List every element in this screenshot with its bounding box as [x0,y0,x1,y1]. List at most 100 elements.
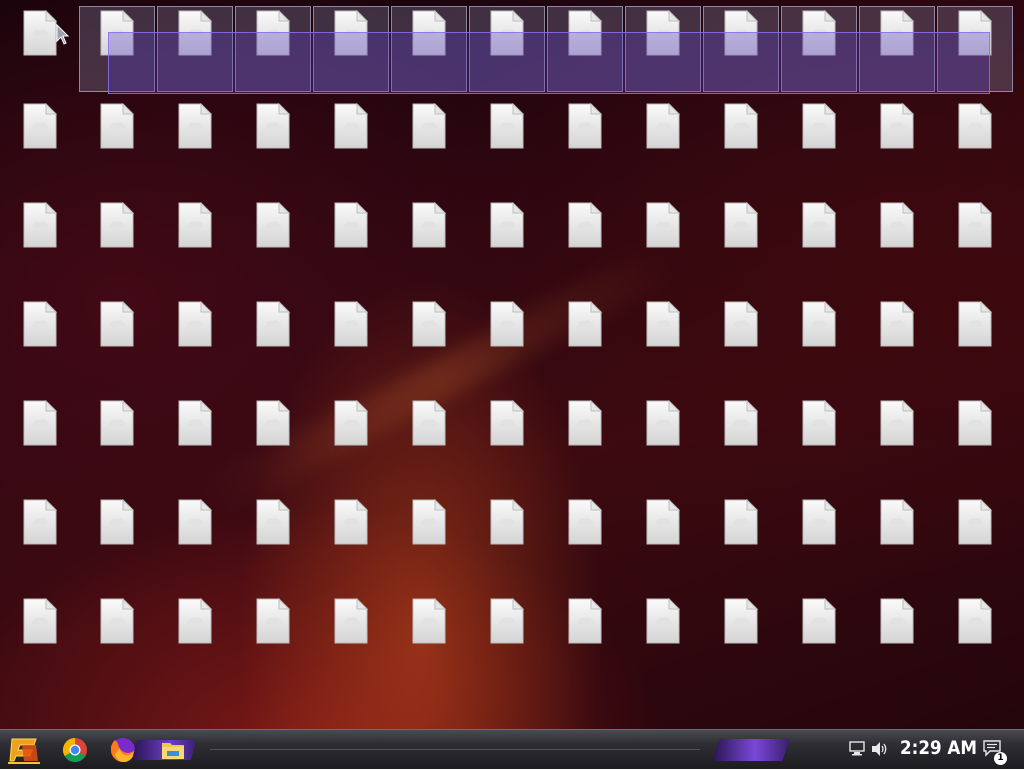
desktop-file-icon[interactable] [937,594,1013,680]
desktop-file-icon[interactable] [937,495,1013,581]
desktop-file-icon[interactable] [157,6,233,92]
desktop-file-icon[interactable] [313,198,389,284]
desktop-file-icon[interactable] [157,495,233,581]
desktop-file-icon[interactable] [391,594,467,680]
desktop-file-icon[interactable] [391,396,467,482]
desktop-file-icon[interactable] [781,297,857,383]
desktop-file-icon[interactable] [625,6,701,92]
desktop-file-icon[interactable] [313,594,389,680]
desktop-file-icon[interactable] [469,198,545,284]
desktop-file-icon[interactable] [859,297,935,383]
desktop-file-icon[interactable] [547,495,623,581]
desktop-file-icon[interactable] [391,99,467,185]
desktop-file-icon[interactable] [391,297,467,383]
desktop-file-icon[interactable] [2,297,78,383]
desktop-file-icon[interactable] [469,297,545,383]
desktop-file-icon[interactable] [469,396,545,482]
desktop-file-icon[interactable] [79,198,155,284]
taskbar-clock[interactable]: 2:29 AM [900,737,977,761]
desktop-file-icon[interactable] [859,495,935,581]
desktop-file-icon[interactable] [2,6,78,92]
desktop-file-icon[interactable] [937,6,1013,92]
desktop-file-icon[interactable] [2,495,78,581]
desktop-file-icon[interactable] [391,6,467,92]
desktop-file-icon[interactable] [547,594,623,680]
desktop-file-icon[interactable] [79,396,155,482]
desktop-file-icon[interactable] [469,99,545,185]
desktop-file-icon[interactable] [2,198,78,284]
desktop-file-icon[interactable] [781,396,857,482]
desktop-file-icon[interactable] [79,6,155,92]
volume-icon[interactable] [871,741,889,757]
desktop-file-icon[interactable] [79,594,155,680]
desktop-file-icon[interactable] [781,495,857,581]
desktop-file-icon[interactable] [703,198,779,284]
desktop-file-icon[interactable] [157,297,233,383]
desktop-file-icon[interactable] [235,99,311,185]
desktop-file-icon[interactable] [235,495,311,581]
desktop-file-icon[interactable] [235,594,311,680]
desktop-file-icon[interactable] [79,495,155,581]
desktop-file-icon[interactable] [469,594,545,680]
desktop-file-icon[interactable] [157,198,233,284]
start-logo-icon[interactable] [8,735,40,765]
desktop-file-icon[interactable] [625,495,701,581]
desktop-file-icon[interactable] [2,99,78,185]
desktop-file-icon[interactable] [235,396,311,482]
desktop-file-icon[interactable] [625,99,701,185]
desktop-file-icon[interactable] [313,495,389,581]
desktop-file-icon[interactable] [937,396,1013,482]
desktop-file-icon[interactable] [937,297,1013,383]
desktop-file-icon[interactable] [937,99,1013,185]
desktop-file-icon[interactable] [157,99,233,185]
desktop-file-icon[interactable] [625,396,701,482]
desktop-file-icon[interactable] [859,594,935,680]
desktop-file-icon[interactable] [547,297,623,383]
desktop-file-icon[interactable] [2,396,78,482]
desktop-file-icon[interactable] [781,6,857,92]
desktop-file-icon[interactable] [781,198,857,284]
generic-file-icon [490,10,525,56]
desktop-file-icon[interactable] [859,396,935,482]
desktop-file-icon[interactable] [235,6,311,92]
desktop-file-icon[interactable] [157,594,233,680]
chrome-button[interactable] [58,734,92,766]
desktop-file-icon[interactable] [547,198,623,284]
desktop-file-icon[interactable] [859,6,935,92]
desktop-file-icon[interactable] [703,594,779,680]
desktop-file-icon[interactable] [157,396,233,482]
desktop-file-icon[interactable] [547,6,623,92]
desktop-file-icon[interactable] [79,297,155,383]
desktop-file-icon[interactable] [313,6,389,92]
desktop-file-icon[interactable] [313,396,389,482]
desktop-file-icon[interactable] [625,297,701,383]
desktop-file-icon[interactable] [703,297,779,383]
file-name-label [551,452,619,476]
desktop-file-icon[interactable] [703,6,779,92]
desktop-file-icon[interactable] [703,495,779,581]
desktop-file-icon[interactable] [781,99,857,185]
desktop-file-icon[interactable] [859,99,935,185]
desktop-file-icon[interactable] [79,99,155,185]
desktop-file-icon[interactable] [391,198,467,284]
desktop-file-icon[interactable] [2,594,78,680]
file-explorer-button[interactable] [156,734,190,766]
desktop-file-icon[interactable] [625,594,701,680]
desktop-file-icon[interactable] [547,396,623,482]
desktop-file-icon[interactable] [703,396,779,482]
network-icon[interactable] [848,741,866,757]
desktop-file-icon[interactable] [391,495,467,581]
desktop-file-icon[interactable] [469,6,545,92]
desktop-file-icon[interactable] [781,594,857,680]
desktop[interactable] [0,0,1024,729]
desktop-file-icon[interactable] [469,495,545,581]
desktop-file-icon[interactable] [625,198,701,284]
desktop-file-icon[interactable] [859,198,935,284]
desktop-file-icon[interactable] [313,99,389,185]
desktop-file-icon[interactable] [235,297,311,383]
desktop-file-icon[interactable] [937,198,1013,284]
desktop-file-icon[interactable] [703,99,779,185]
desktop-file-icon[interactable] [547,99,623,185]
desktop-file-icon[interactable] [235,198,311,284]
desktop-file-icon[interactable] [313,297,389,383]
